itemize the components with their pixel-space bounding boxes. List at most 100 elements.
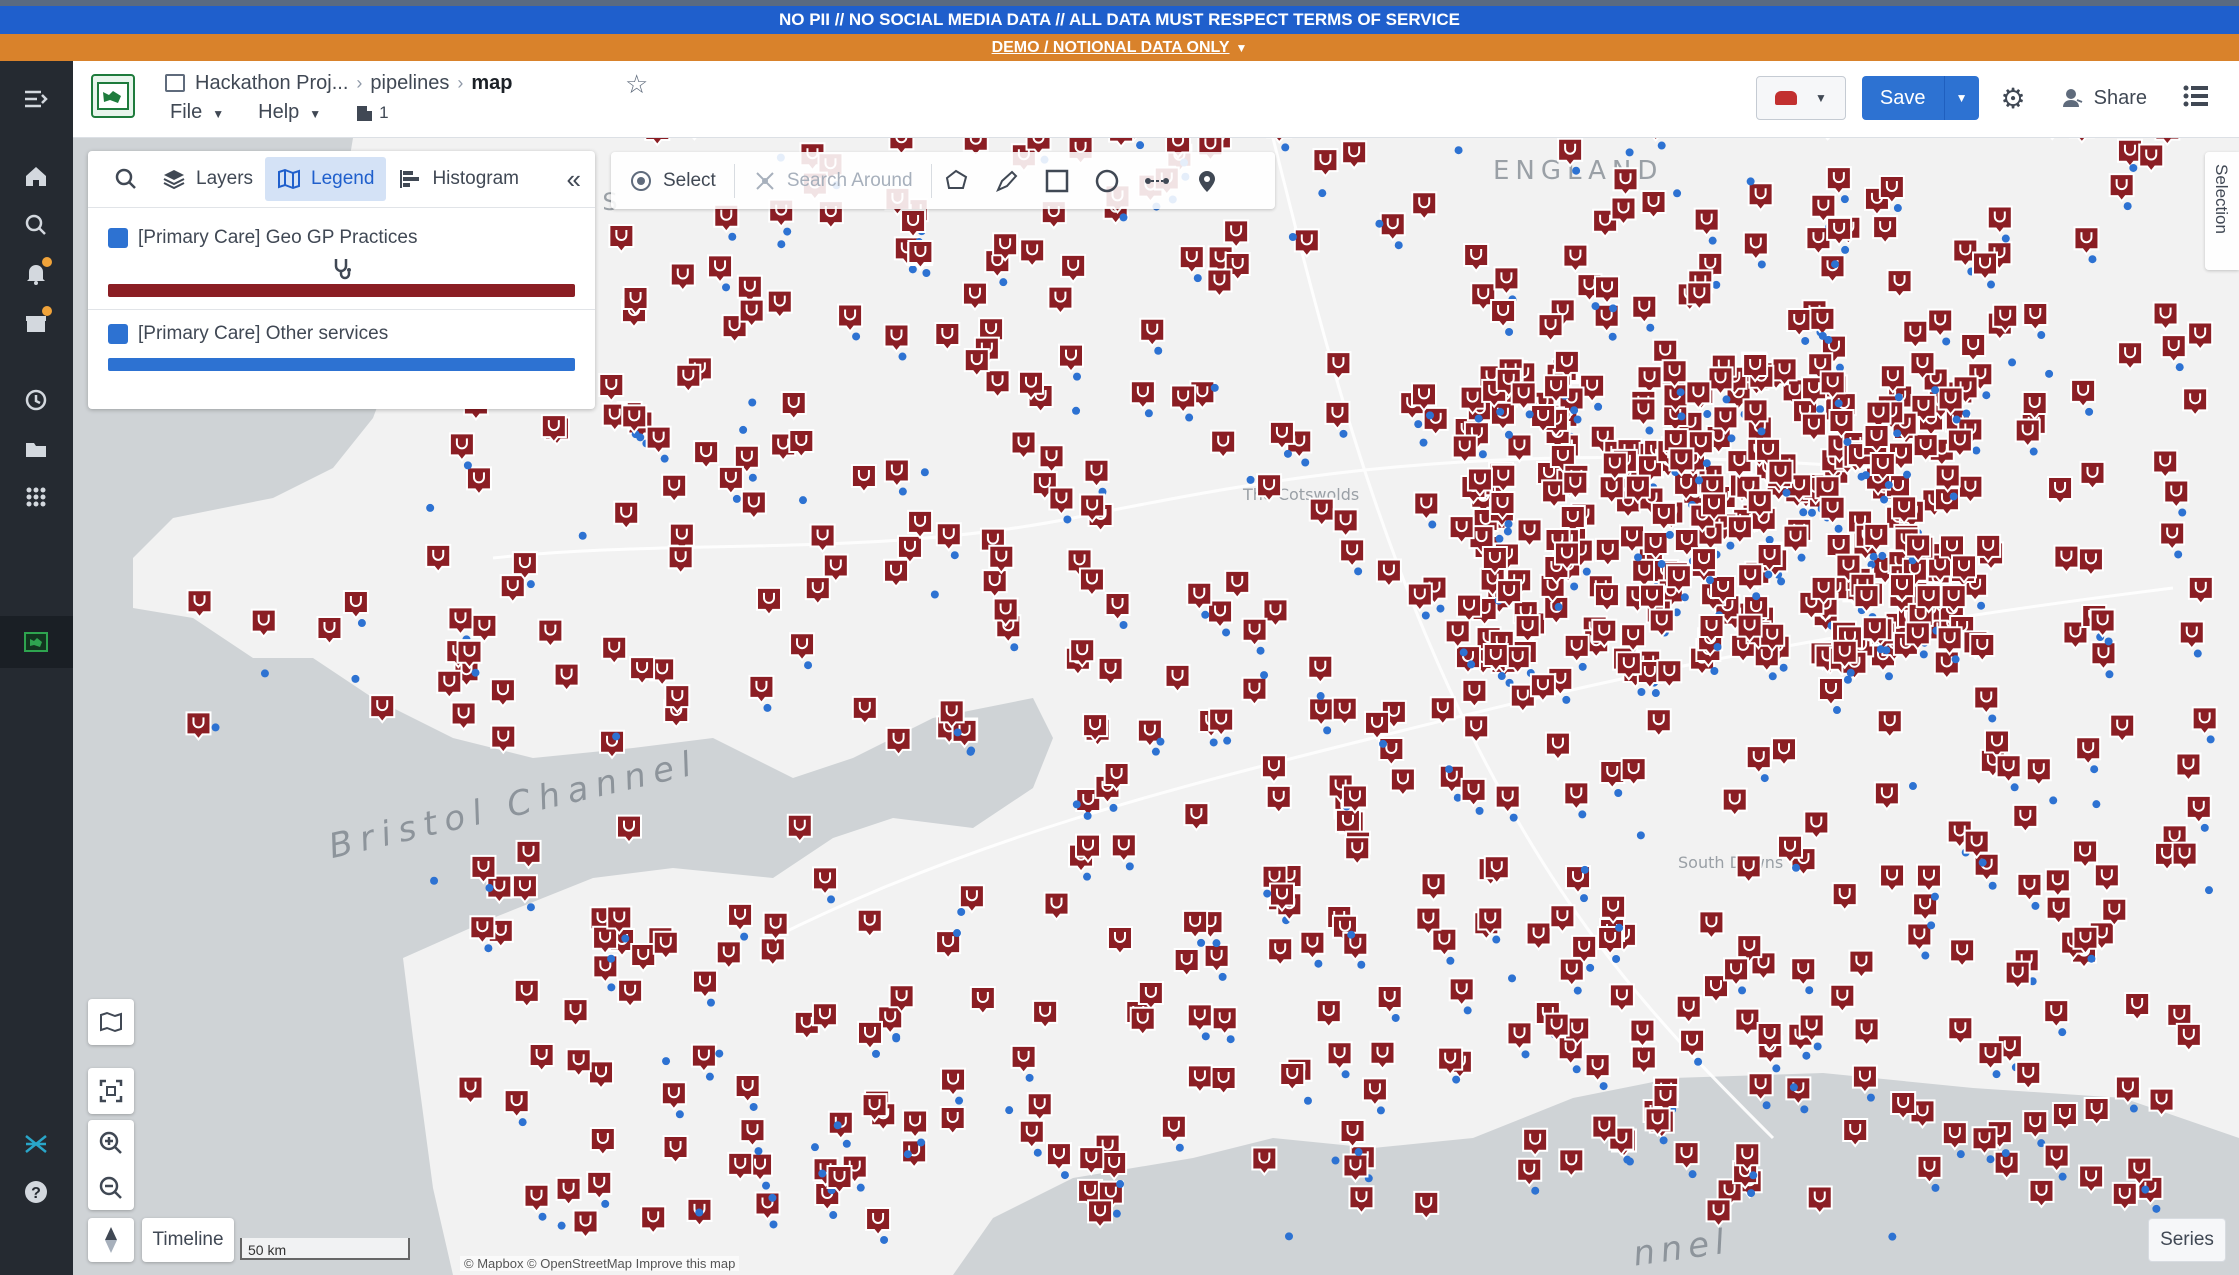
other-service-dot[interactable] [748, 473, 757, 482]
gp-practice-marker[interactable] [1645, 708, 1672, 738]
gp-practice-marker[interactable] [1890, 1091, 1917, 1121]
other-service-dot[interactable] [1316, 692, 1325, 701]
gp-practice-marker[interactable] [2089, 608, 2116, 639]
other-service-dot[interactable] [463, 461, 472, 470]
gp-practice-marker[interactable] [1906, 922, 1933, 953]
gp-practice-marker[interactable] [540, 414, 567, 444]
gp-practice-marker[interactable] [1888, 573, 1915, 603]
other-service-dot[interactable] [930, 590, 939, 599]
other-service-dot[interactable] [1063, 515, 1072, 524]
gp-practice-marker[interactable] [1048, 486, 1075, 517]
other-service-dot[interactable] [1673, 189, 1682, 198]
gp-practice-marker[interactable] [883, 558, 910, 589]
gp-practice-marker[interactable] [1562, 470, 1589, 501]
other-service-dot[interactable] [1762, 1101, 1771, 1110]
other-service-dot[interactable] [1531, 1186, 1540, 1195]
gp-practice-marker[interactable] [1933, 487, 1960, 517]
other-service-dot[interactable] [1988, 881, 1997, 890]
other-service-dot[interactable] [1951, 655, 1960, 664]
gp-practice-marker[interactable] [939, 1105, 966, 1136]
gp-practice-marker[interactable] [662, 1135, 689, 1165]
gp-practice-marker[interactable] [1975, 533, 2002, 564]
gp-practice-marker[interactable] [940, 1067, 967, 1098]
gp-practice-marker[interactable] [1770, 737, 1797, 767]
gp-practice-marker[interactable] [1431, 927, 1458, 958]
other-service-dot[interactable] [1504, 519, 1513, 528]
other-service-dot[interactable] [2031, 901, 2040, 910]
file-menu[interactable]: File ▼ [170, 101, 224, 124]
other-service-dot[interactable] [1341, 1070, 1350, 1079]
gp-practice-marker[interactable] [1026, 1092, 1053, 1122]
other-service-dot[interactable] [1419, 438, 1428, 447]
other-service-dot[interactable] [1942, 337, 1951, 346]
gp-practice-marker[interactable] [1972, 251, 1999, 282]
gp-practice-marker[interactable] [456, 639, 483, 670]
other-service-dot[interactable] [1816, 405, 1825, 414]
other-service-dot[interactable] [953, 728, 962, 737]
save-options-chevron-icon[interactable]: ▼ [1944, 76, 1979, 120]
gp-practice-marker[interactable] [1101, 1151, 1128, 1181]
gp-practice-marker[interactable] [2022, 1110, 2049, 1140]
gp-practice-marker[interactable] [1043, 891, 1070, 922]
other-service-dot[interactable] [1193, 274, 1202, 283]
other-service-dot[interactable] [2174, 550, 2183, 559]
gp-practice-marker[interactable] [1331, 696, 1358, 727]
gp-practice-marker[interactable] [2191, 706, 2218, 736]
other-service-dot[interactable] [607, 983, 616, 992]
gp-practice-marker[interactable] [1710, 574, 1737, 605]
gp-practice-marker[interactable] [1786, 307, 1813, 338]
other-service-dot[interactable] [1379, 739, 1388, 748]
other-service-dot[interactable] [1645, 426, 1654, 435]
gp-practice-marker[interactable] [1630, 397, 1657, 428]
apps-grid-icon[interactable] [18, 479, 54, 515]
other-service-dot[interactable] [1727, 434, 1736, 443]
other-service-dot[interactable] [1747, 1189, 1756, 1198]
other-service-dot[interactable] [2129, 163, 2138, 172]
gp-practice-marker[interactable] [1640, 190, 1667, 220]
gp-practice-marker[interactable] [2171, 841, 2198, 872]
gp-practice-marker[interactable] [1038, 444, 1065, 474]
other-service-dot[interactable] [1869, 552, 1878, 561]
other-service-dot[interactable] [1376, 1106, 1385, 1115]
gp-practice-marker[interactable] [2117, 341, 2144, 371]
other-service-dot[interactable] [1609, 304, 1618, 313]
search-icon[interactable] [18, 207, 54, 243]
other-service-dot[interactable] [1646, 323, 1655, 332]
gp-practice-marker[interactable] [809, 523, 836, 554]
gp-practice-marker[interactable] [1790, 957, 1817, 987]
gp-practice-marker[interactable] [1543, 374, 1570, 404]
gp-practice-marker[interactable] [1661, 359, 1688, 389]
gp-practice-marker[interactable] [1584, 1053, 1611, 1083]
gp-practice-marker[interactable] [1941, 1121, 1968, 1151]
gp-practice-marker[interactable] [1690, 547, 1717, 577]
other-service-dot[interactable] [732, 494, 741, 503]
breadcrumb-folder[interactable]: pipelines [370, 72, 449, 95]
pin-draw-icon[interactable] [1194, 168, 1220, 194]
gp-practice-marker[interactable] [2070, 378, 2097, 409]
gp-practice-marker[interactable] [1429, 696, 1456, 726]
gp-practice-marker[interactable] [1700, 492, 1727, 522]
other-service-dot[interactable] [1634, 553, 1643, 562]
other-service-dot[interactable] [1878, 551, 1887, 560]
gp-practice-marker[interactable] [448, 432, 475, 462]
gp-practice-marker[interactable] [1936, 626, 1963, 656]
gp-practice-marker[interactable] [1950, 554, 1977, 584]
gp-practice-marker[interactable] [1650, 501, 1677, 532]
other-service-dot[interactable] [1927, 921, 1936, 930]
gp-practice-marker[interactable] [2163, 479, 2190, 510]
gp-practice-marker[interactable] [1986, 205, 2013, 236]
gp-practice-marker[interactable] [2111, 1181, 2138, 1212]
other-service-dot[interactable] [1201, 1032, 1210, 1041]
other-service-dot[interactable] [2123, 202, 2132, 211]
gp-practice-marker[interactable] [1308, 697, 1335, 727]
gp-practice-marker[interactable] [1612, 167, 1639, 197]
gp-practice-marker[interactable] [1819, 254, 1846, 284]
gp-practice-marker[interactable] [1869, 451, 1896, 482]
gp-practice-marker[interactable] [2083, 1096, 2110, 1127]
gp-practice-marker[interactable] [1934, 463, 1961, 494]
gp-practice-marker[interactable] [992, 232, 1019, 262]
other-service-dot[interactable] [2058, 1172, 2067, 1181]
other-service-dot[interactable] [1209, 738, 1218, 747]
other-service-dot[interactable] [1752, 592, 1761, 601]
gp-practice-marker[interactable] [1863, 522, 1890, 553]
